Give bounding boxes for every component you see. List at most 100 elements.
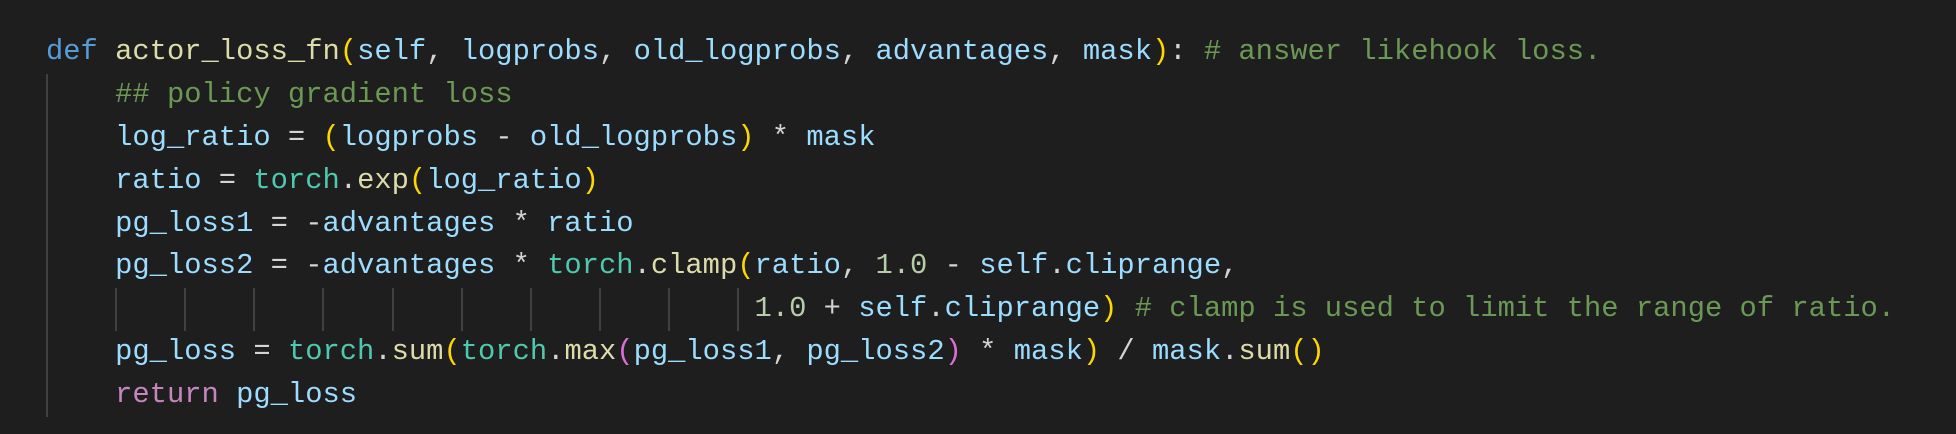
code-token: # answer likehook loss. (1203, 35, 1602, 68)
code-token: exp (357, 163, 409, 197)
code-token: . (374, 335, 392, 369)
code-token: self (979, 249, 1049, 283)
indent-guide (46, 159, 48, 203)
code-token: actor_loss_fn (115, 35, 340, 68)
code-token: mask (806, 120, 876, 154)
code-line[interactable]: ratio = torch.exp(log_ratio) (46, 159, 1895, 203)
indent-guide (46, 202, 48, 246)
indent-guide (46, 116, 48, 160)
code-token: ) (944, 335, 962, 369)
code-token: return (115, 378, 219, 412)
code-token: . (339, 163, 358, 197)
code-token: = - (253, 206, 323, 240)
indent-guide (529, 288, 532, 332)
code-token: ) (1152, 35, 1170, 68)
code-line[interactable]: ## policy gradient loss (46, 73, 1895, 117)
indent-guide (46, 331, 48, 375)
code-token: ( (339, 35, 358, 68)
code-token: : (1169, 35, 1204, 68)
indent-guide (668, 288, 671, 332)
code-token: . (633, 249, 651, 283)
code-token: cliprange (1065, 249, 1222, 283)
code-token: * (754, 120, 807, 154)
code-token: advantages (875, 35, 1049, 68)
indent-guide (46, 73, 48, 117)
code-token: logprobs (460, 35, 599, 68)
code-token: torch (287, 335, 375, 369)
indent-guide (737, 288, 740, 332)
code-token: - (478, 120, 530, 154)
indent-guide (46, 245, 48, 289)
code-token: self (357, 35, 427, 68)
code-token: ) (737, 120, 755, 154)
code-line[interactable]: def actor_loss_fn(self, logprobs, old_lo… (46, 31, 1895, 74)
code-token: torch (460, 335, 548, 369)
code-token: ) (1082, 335, 1101, 369)
code-line[interactable]: pg_loss2 = -advantages * torch.clamp(rat… (46, 245, 1895, 289)
code-token: = - (253, 249, 323, 283)
code-token: pg_loss2 (806, 335, 945, 369)
code-line[interactable]: 1.0 + self.cliprange) # clamp is used to… (46, 288, 1896, 332)
indent-guide (46, 288, 48, 332)
code-token: 1.0 (754, 292, 807, 326)
code-token: pg_loss2 (115, 249, 254, 283)
code-token: ( (616, 335, 634, 369)
code-token: log_ratio (426, 163, 582, 197)
code-line[interactable]: pg_loss = torch.sum(torch.max(pg_loss1, … (46, 331, 1895, 375)
code-line[interactable]: return pg_loss (46, 374, 1895, 418)
code-token: self (858, 292, 928, 326)
code-token: torch (547, 249, 634, 283)
code-line[interactable]: log_ratio = (logprobs - old_logprobs) * … (46, 116, 1895, 160)
code-token: logprobs (339, 120, 479, 154)
code-token: ## policy gradient loss (115, 77, 513, 111)
code-token: cliprange (944, 292, 1101, 326)
code-editor[interactable]: def actor_loss_fn(self, logprobs, old_lo… (46, 31, 1896, 418)
code-token: max (564, 335, 617, 369)
code-token: , (771, 335, 807, 369)
code-token: , (840, 249, 876, 283)
code-token: - (927, 249, 980, 283)
code-token: pg_loss1 (633, 335, 772, 369)
code-token: . (1048, 249, 1066, 283)
code-token: pg_loss (236, 378, 358, 412)
code-token: ) (1100, 292, 1118, 326)
code-token: sum (391, 335, 444, 369)
code-token: ( (443, 335, 461, 369)
code-token: ( (322, 120, 340, 154)
code-token: . (547, 335, 565, 369)
indent-guide (391, 288, 394, 332)
code-token: old_logprobs (633, 35, 841, 68)
code-line[interactable]: pg_loss1 = -advantages * ratio (46, 202, 1895, 246)
code-token: . (1221, 335, 1239, 369)
indent-guide (322, 288, 325, 332)
code-token: ) (581, 163, 599, 197)
code-token: * (961, 335, 1014, 369)
code-token: . (927, 292, 945, 326)
code-token: = (201, 163, 254, 197)
code-token: + (806, 292, 859, 326)
code-token: mask (1152, 335, 1222, 369)
indent-guide (115, 288, 118, 332)
indent-guide (460, 288, 463, 332)
code-token: , (1221, 249, 1239, 283)
indent-guide (253, 288, 256, 332)
code-token: pg_loss (115, 335, 237, 369)
code-token: , (426, 35, 461, 68)
code-token: , (840, 35, 876, 68)
code-token: def (46, 35, 98, 68)
code-token: clamp (650, 249, 738, 283)
code-token: , (599, 35, 634, 68)
code-token: # clamp is used to limit the range of ra… (1134, 292, 1896, 326)
code-token: old_logprobs (529, 120, 738, 154)
